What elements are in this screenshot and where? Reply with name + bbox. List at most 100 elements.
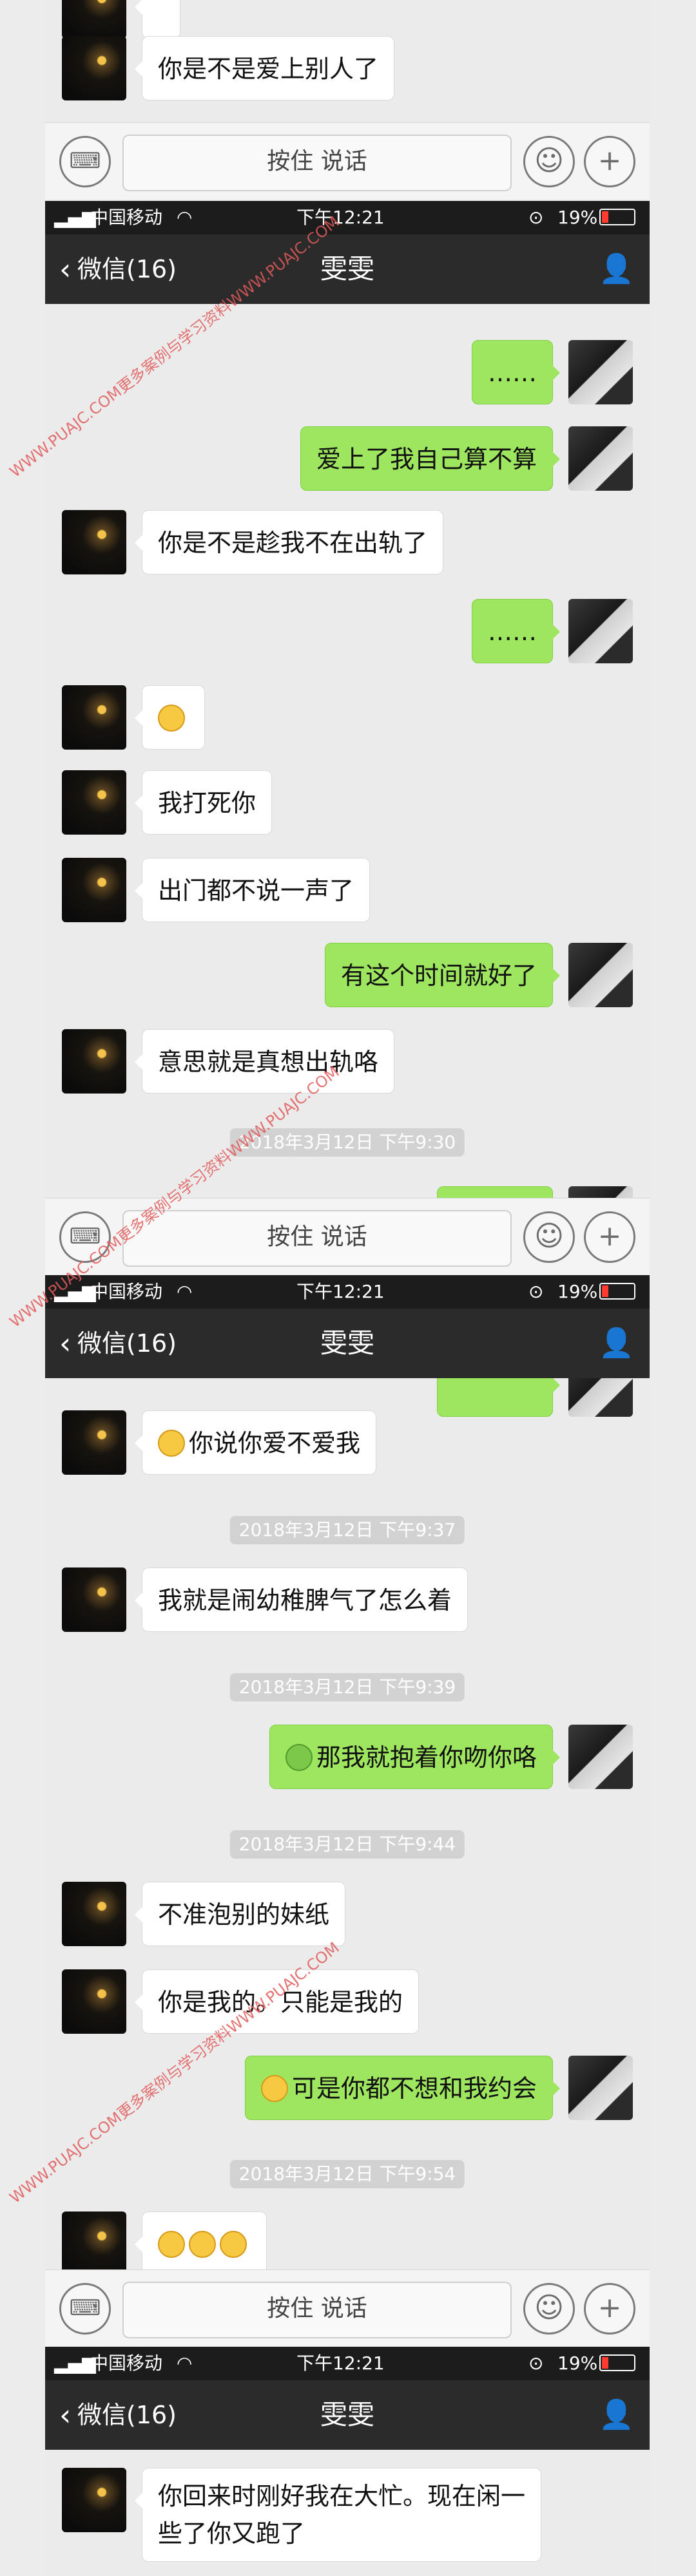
signal-icon: ▂▄▆ <box>54 2353 96 2374</box>
contact-avatar[interactable] <box>62 2468 126 2532</box>
confused-face-icon <box>189 2230 216 2258</box>
input-bar: ⌨ 按住 说话 ☺ + <box>45 2269 650 2347</box>
message-bubble: 我就是闹幼稚脾气了怎么着 <box>134 1567 469 1632</box>
user-avatar[interactable] <box>568 2056 633 2120</box>
contact-avatar[interactable] <box>62 0 126 39</box>
message-bubble <box>437 1186 553 1198</box>
confused-face-icon <box>220 2230 247 2258</box>
message-row: 你是不是趁我不在出轨了 <box>45 510 650 574</box>
contact-avatar[interactable] <box>62 510 126 574</box>
message-text: 可是你都不想和我约会 <box>291 2074 537 2103</box>
wifi-icon: ◠ <box>177 207 193 228</box>
user-avatar[interactable] <box>568 1725 633 1789</box>
hold-to-talk-button[interactable]: 按住 说话 <box>122 2282 512 2338</box>
contact-avatar[interactable] <box>62 36 126 100</box>
message-text: 那我就抱着你吻你咯 <box>316 1743 537 1772</box>
message-bubble: 爱上了我自己算不算 <box>300 426 561 491</box>
message-bubble: 你是不是趁我不在出轨了 <box>134 510 444 574</box>
message-row <box>45 0 650 39</box>
message-row: …… <box>45 599 650 663</box>
hold-to-talk-button[interactable]: 按住 说话 <box>122 135 512 191</box>
message-row: 爱上了我自己算不算 <box>45 426 650 491</box>
message-bubble: 有这个时间就好了 <box>324 943 561 1007</box>
profile-icon[interactable]: 👤 <box>599 2380 634 2450</box>
chat-area-1: 你是不是爱上别人了 <box>45 0 650 122</box>
chat-title: 雯雯 <box>320 1327 374 1359</box>
message-row: 那我就抱着你吻你咯 <box>45 1725 650 1789</box>
contact-avatar[interactable] <box>62 2211 126 2269</box>
profile-icon[interactable]: 👤 <box>599 1309 634 1378</box>
message-bubble: 你说你爱不爱我 <box>134 1410 377 1475</box>
chat-title: 雯雯 <box>320 253 374 285</box>
message-bubble: 出门都不说一声了 <box>134 858 371 922</box>
contact-avatar[interactable] <box>62 1882 126 1946</box>
message-row: 有这个时间就好了 <box>45 943 650 1007</box>
contact-avatar[interactable] <box>62 858 126 922</box>
message-row <box>45 2211 650 2269</box>
contact-avatar[interactable] <box>62 1410 126 1475</box>
user-avatar[interactable] <box>568 943 633 1007</box>
message-row: 你是我的。只能是我的 <box>45 1969 650 2034</box>
message-text: 你说你爱不爱我 <box>189 1429 361 1457</box>
wifi-icon: ◠ <box>177 2353 193 2374</box>
battery-label: 19% <box>557 207 598 228</box>
nav-bar: ‹ 微信(16) 雯雯 👤 <box>45 234 650 304</box>
rotation-lock-icon: ⊙ <box>528 2353 544 2374</box>
message-row: 我就是闹幼稚脾气了怎么着 <box>45 1567 650 1632</box>
timestamp-label: 2018年3月12日 下午9:44 <box>229 1830 465 1859</box>
battery-label: 19% <box>557 1281 598 1302</box>
message-bubble: 可是你都不想和我约会 <box>244 2056 561 2120</box>
contact-avatar[interactable] <box>62 1969 126 2034</box>
chat-area-4: 你回来时刚好我在大忙。现在闲一些了你又跑了 <box>45 2450 650 2576</box>
contact-avatar[interactable] <box>62 685 126 750</box>
emoji-icon[interactable]: ☺ <box>523 136 575 187</box>
plus-icon[interactable]: + <box>584 136 635 187</box>
carrier-label: 中国移动 <box>90 207 163 228</box>
message-bubble: 我打死你 <box>134 770 273 835</box>
status-bar: ▂▄▆ 中国移动 ◠ 下午12:21 ⊙ 19% <box>45 1275 650 1309</box>
message-row: 我打死你 <box>45 770 650 835</box>
plus-icon[interactable]: + <box>584 1211 635 1263</box>
message-bubble: …… <box>472 340 560 404</box>
message-row: 你说你爱不爱我 <box>45 1410 650 1475</box>
user-avatar[interactable] <box>568 1186 633 1198</box>
contact-avatar[interactable] <box>62 1567 126 1632</box>
carrier-label: 中国移动 <box>90 2353 163 2374</box>
contact-avatar[interactable] <box>62 1029 126 1094</box>
message-row <box>45 1186 650 1198</box>
message-row: 意思就是真想出轨咯 <box>45 1029 650 1094</box>
profile-icon[interactable]: 👤 <box>599 234 634 304</box>
message-row <box>45 685 650 750</box>
keyboard-icon[interactable]: ⌨ <box>59 136 111 187</box>
battery-icon <box>599 209 635 225</box>
message-bubble <box>135 2211 267 2269</box>
hug-icon <box>285 1743 313 1771</box>
message-bubble <box>135 685 205 750</box>
timestamp-label: 2018年3月12日 下午9:54 <box>229 2160 465 2188</box>
input-bar: ⌨ 按住 说话 ☺ + <box>45 122 650 200</box>
nav-bar: ‹ 微信(16) 雯雯 👤 <box>45 2380 650 2450</box>
plus-icon[interactable]: + <box>584 2283 635 2334</box>
message-row: 出门都不说一声了 <box>45 858 650 922</box>
user-avatar[interactable] <box>568 340 633 404</box>
hold-to-talk-button[interactable]: 按住 说话 <box>122 1210 512 1267</box>
confused-face-icon <box>158 1429 185 1457</box>
user-avatar[interactable] <box>568 426 633 491</box>
wifi-icon: ◠ <box>177 1281 193 1302</box>
message-row: 你是不是爱上别人了 <box>45 36 650 100</box>
rotation-lock-icon: ⊙ <box>528 1281 544 1302</box>
status-bar: ▂▄▆ 中国移动 ◠ 下午12:21 ⊙ 19% <box>45 201 650 234</box>
contact-avatar[interactable] <box>62 770 126 835</box>
keyboard-icon[interactable]: ⌨ <box>59 2283 111 2334</box>
signal-icon: ▂▄▆ <box>54 207 96 228</box>
chat-title: 雯雯 <box>320 2399 374 2430</box>
confused-face-icon <box>158 704 185 732</box>
message-bubble: 不准泡别的妹纸 <box>134 1882 346 1946</box>
clock-label: 下午12:21 <box>296 2353 385 2374</box>
emoji-icon[interactable]: ☺ <box>523 1211 575 1263</box>
chat-area-3: 你说你爱不爱我 2018年3月12日 下午9:37 我就是闹幼稚脾气了怎么着 2… <box>45 1378 650 2269</box>
battery-icon <box>599 1283 635 1300</box>
emoji-icon[interactable]: ☺ <box>523 2283 575 2334</box>
nav-bar: ‹ 微信(16) 雯雯 👤 <box>45 1309 650 1378</box>
user-avatar[interactable] <box>568 599 633 663</box>
